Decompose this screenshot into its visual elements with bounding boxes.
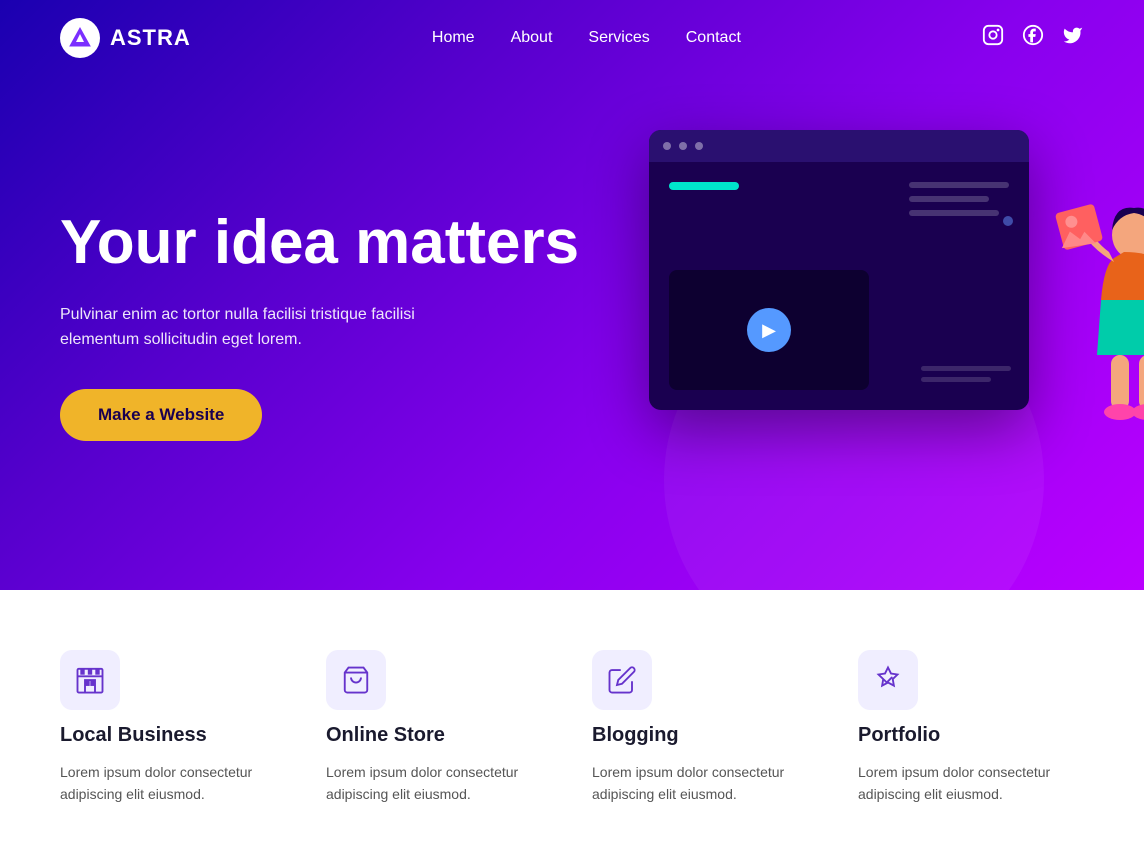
edit-icon (607, 665, 637, 695)
online-store-icon-wrapper (326, 650, 386, 710)
browser-dot-3 (695, 142, 703, 150)
logo-icon (60, 18, 100, 58)
site-header: ASTRA Home About Services Contact (0, 0, 1144, 76)
portfolio-title: Portfolio (858, 724, 1084, 747)
hero-section: ASTRA Home About Services Contact (0, 0, 1144, 590)
service-card-local-business: Local Business Lorem ipsum dolor consect… (60, 650, 286, 806)
building-icon (75, 665, 105, 695)
twitter-icon[interactable] (1062, 24, 1084, 52)
service-card-online-store: Online Store Lorem ipsum dolor consectet… (326, 650, 552, 806)
check-badge-icon (873, 665, 903, 695)
browser-video-area: ▶ (669, 270, 869, 390)
local-business-icon-wrapper (60, 650, 120, 710)
nav-services[interactable]: Services (588, 29, 649, 47)
nav-about[interactable]: About (511, 29, 553, 47)
portfolio-icon-wrapper (858, 650, 918, 710)
bag-icon (341, 665, 371, 695)
facebook-icon[interactable] (1022, 24, 1044, 52)
services-section: Local Business Lorem ipsum dolor consect… (0, 590, 1144, 856)
online-store-desc: Lorem ipsum dolor consectetur adipiscing… (326, 761, 552, 806)
online-store-title: Online Store (326, 724, 552, 747)
services-grid: Local Business Lorem ipsum dolor consect… (60, 650, 1084, 806)
social-icons (982, 24, 1084, 52)
play-button: ▶ (747, 308, 791, 352)
browser-accent (669, 182, 739, 190)
blogging-title: Blogging (592, 724, 818, 747)
nav-home[interactable]: Home (432, 29, 475, 47)
local-business-title: Local Business (60, 724, 286, 747)
brand-name: ASTRA (110, 25, 191, 51)
logo[interactable]: ASTRA (60, 18, 191, 58)
local-business-desc: Lorem ipsum dolor consectetur adipiscing… (60, 761, 286, 806)
main-nav: Home About Services Contact (432, 29, 741, 47)
service-card-blogging: Blogging Lorem ipsum dolor consectetur a… (592, 650, 818, 806)
service-card-portfolio: Portfolio Lorem ipsum dolor consectetur … (858, 650, 1084, 806)
nav-contact[interactable]: Contact (686, 29, 741, 47)
instagram-icon[interactable] (982, 24, 1004, 52)
browser-dot-2 (679, 142, 687, 150)
blogging-icon-wrapper (592, 650, 652, 710)
portfolio-desc: Lorem ipsum dolor consectetur adipiscing… (858, 761, 1084, 806)
illustration-characters: </> (969, 140, 1144, 540)
hero-title: Your idea matters (60, 209, 579, 277)
blogging-desc: Lorem ipsum dolor consectetur adipiscing… (592, 761, 818, 806)
hero-description: Pulvinar enim ac tortor nulla facilisi t… (60, 302, 460, 353)
hero-cta-button[interactable]: Make a Website (60, 389, 262, 441)
browser-dot-1 (663, 142, 671, 150)
hero-content: Your idea matters Pulvinar enim ac torto… (60, 149, 579, 440)
